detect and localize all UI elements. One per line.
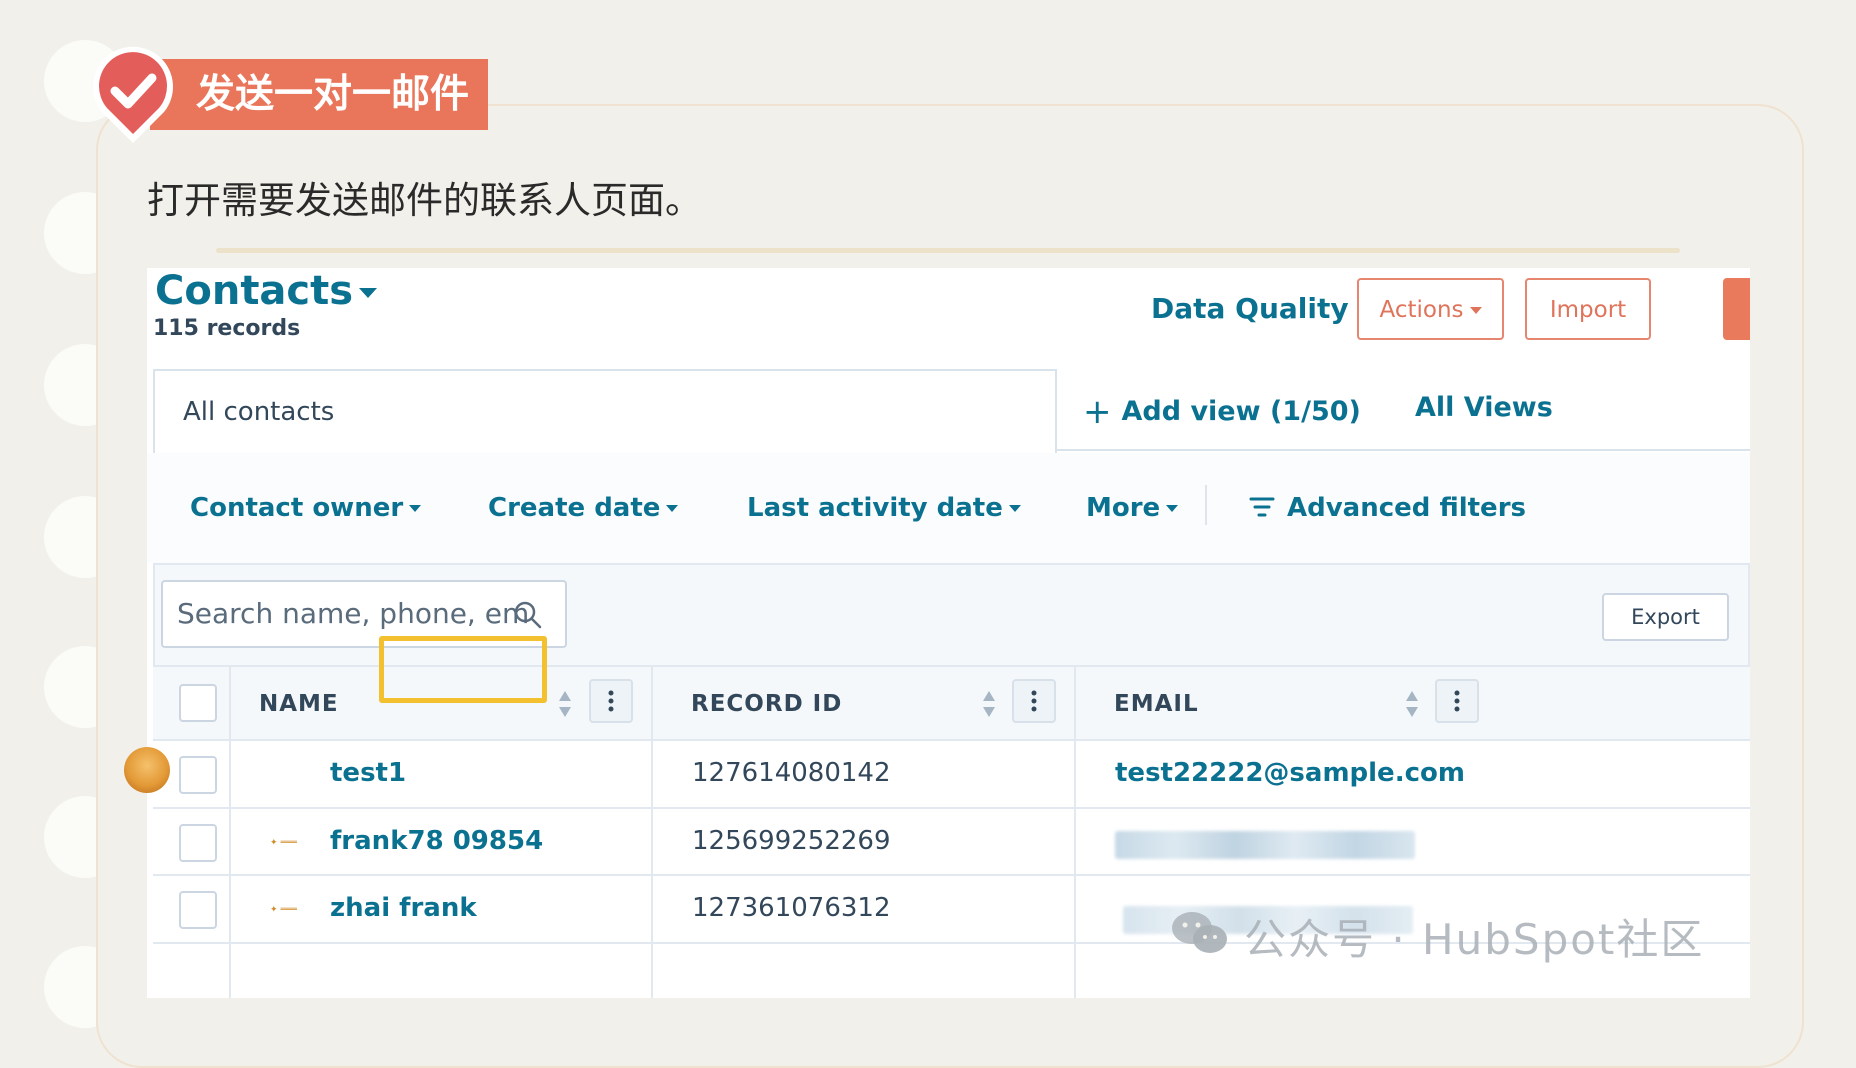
caret-down-icon: [1469, 307, 1482, 314]
filter-label: More: [1086, 493, 1161, 523]
add-view-button[interactable]: + Add view (1/50): [1083, 392, 1361, 432]
column-divider: [229, 741, 231, 807]
column-divider: [1074, 741, 1076, 807]
search-placeholder: Search name, phone, em: [177, 597, 530, 630]
column-divider: [1074, 876, 1076, 942]
caret-down-icon: [1008, 505, 1021, 512]
caret-down-icon: [1166, 505, 1179, 512]
row-checkbox[interactable]: [179, 756, 217, 794]
filter-contact-owner[interactable]: Contact owner: [190, 493, 422, 523]
tab-all-contacts[interactable]: All contacts: [153, 369, 1057, 453]
wechat-icon: [1172, 912, 1227, 953]
advanced-filters-button[interactable]: Advanced filters: [1249, 493, 1526, 523]
column-divider: [229, 944, 231, 998]
filter-more[interactable]: More: [1086, 493, 1179, 523]
plus-icon: +: [1083, 392, 1112, 432]
record-id-cell: 125699252269: [692, 826, 891, 856]
contact-name-link[interactable]: frank78 09854: [330, 826, 543, 856]
advanced-filters-label: Advanced filters: [1287, 493, 1526, 523]
data-quality-link[interactable]: Data Quality: [1151, 292, 1349, 325]
column-divider: [651, 741, 653, 807]
divider: [1205, 485, 1207, 525]
table-row: ✦ ═══ frank78 09854 125699252269: [153, 809, 1750, 876]
tab-underline: [1055, 449, 1750, 451]
record-id-cell: 127614080142: [692, 758, 891, 788]
column-header-name[interactable]: NAME: [259, 691, 339, 717]
actions-button[interactable]: Actions: [1357, 278, 1504, 340]
column-divider: [651, 944, 653, 998]
column-divider: [229, 809, 231, 874]
check-badge-icon: [88, 46, 178, 146]
column-menu-button[interactable]: [1435, 679, 1479, 723]
record-count: 115 records: [153, 316, 301, 341]
filter-bar: Contact owner Create date Last activity …: [147, 453, 1750, 563]
import-button[interactable]: Import: [1525, 278, 1651, 340]
column-divider: [1074, 809, 1076, 874]
contact-name-link[interactable]: zhai frank: [330, 893, 477, 923]
actions-label: Actions: [1379, 297, 1464, 323]
filter-label: Contact owner: [190, 493, 404, 523]
row-checkbox[interactable]: [179, 891, 217, 929]
filter-last-activity-date[interactable]: Last activity date: [747, 493, 1021, 523]
sort-icon[interactable]: [1405, 689, 1419, 719]
company-logo-icon: ✦ ═══: [270, 838, 297, 848]
kebab-menu-icon: [608, 690, 614, 712]
column-divider: [1074, 944, 1076, 998]
column-divider: [651, 667, 653, 739]
filter-create-date[interactable]: Create date: [488, 493, 679, 523]
column-divider: [651, 876, 653, 942]
record-id-cell: 127361076312: [692, 893, 891, 923]
search-icon[interactable]: [513, 600, 543, 630]
intro-text: 打开需要发送邮件的联系人页面。: [147, 179, 702, 222]
filter-label: Last activity date: [747, 493, 1003, 523]
column-divider: [229, 667, 231, 739]
table-row: test1 127614080142 test22222@sample.com: [153, 741, 1750, 809]
column-header-record-id[interactable]: RECORD ID: [691, 691, 842, 717]
select-all-checkbox[interactable]: [179, 684, 217, 722]
filter-label: Create date: [488, 493, 661, 523]
column-divider: [1074, 667, 1076, 739]
caret-down-icon: [666, 505, 679, 512]
divider: [216, 248, 1680, 253]
kebab-menu-icon: [1454, 690, 1460, 712]
column-header-email[interactable]: EMAIL: [1114, 691, 1199, 717]
sort-icon[interactable]: [558, 689, 572, 719]
create-contact-button[interactable]: [1723, 278, 1750, 340]
watermark: 公众号 · HubSpot社区: [1244, 915, 1705, 964]
page-title-label: Contacts: [155, 268, 354, 314]
section-title: 发送一对一邮件: [150, 59, 488, 130]
column-divider: [651, 809, 653, 874]
filter-lines-icon: [1249, 497, 1275, 517]
column-menu-button[interactable]: [1012, 679, 1056, 723]
column-divider: [229, 876, 231, 942]
highlight-frame: [379, 636, 547, 703]
contact-avatar: [124, 747, 170, 793]
column-menu-button[interactable]: [589, 679, 633, 723]
add-view-label: Add view (1/50): [1121, 396, 1361, 427]
page-title[interactable]: Contacts: [155, 268, 378, 314]
contact-name-link[interactable]: test1: [330, 758, 406, 788]
all-views-link[interactable]: All Views: [1415, 392, 1553, 423]
caret-down-icon: [409, 505, 422, 512]
crm-screenshot: Contacts 115 records Data Quality Action…: [147, 268, 1750, 998]
kebab-menu-icon: [1031, 690, 1037, 712]
caret-down-icon: [359, 288, 378, 298]
email-link[interactable]: test22222@sample.com: [1115, 758, 1465, 788]
company-logo-icon: ✦ ═══: [270, 905, 297, 915]
export-button[interactable]: Export: [1602, 593, 1729, 641]
redacted-email: [1115, 831, 1415, 859]
row-checkbox[interactable]: [179, 824, 217, 862]
sort-icon[interactable]: [982, 689, 996, 719]
